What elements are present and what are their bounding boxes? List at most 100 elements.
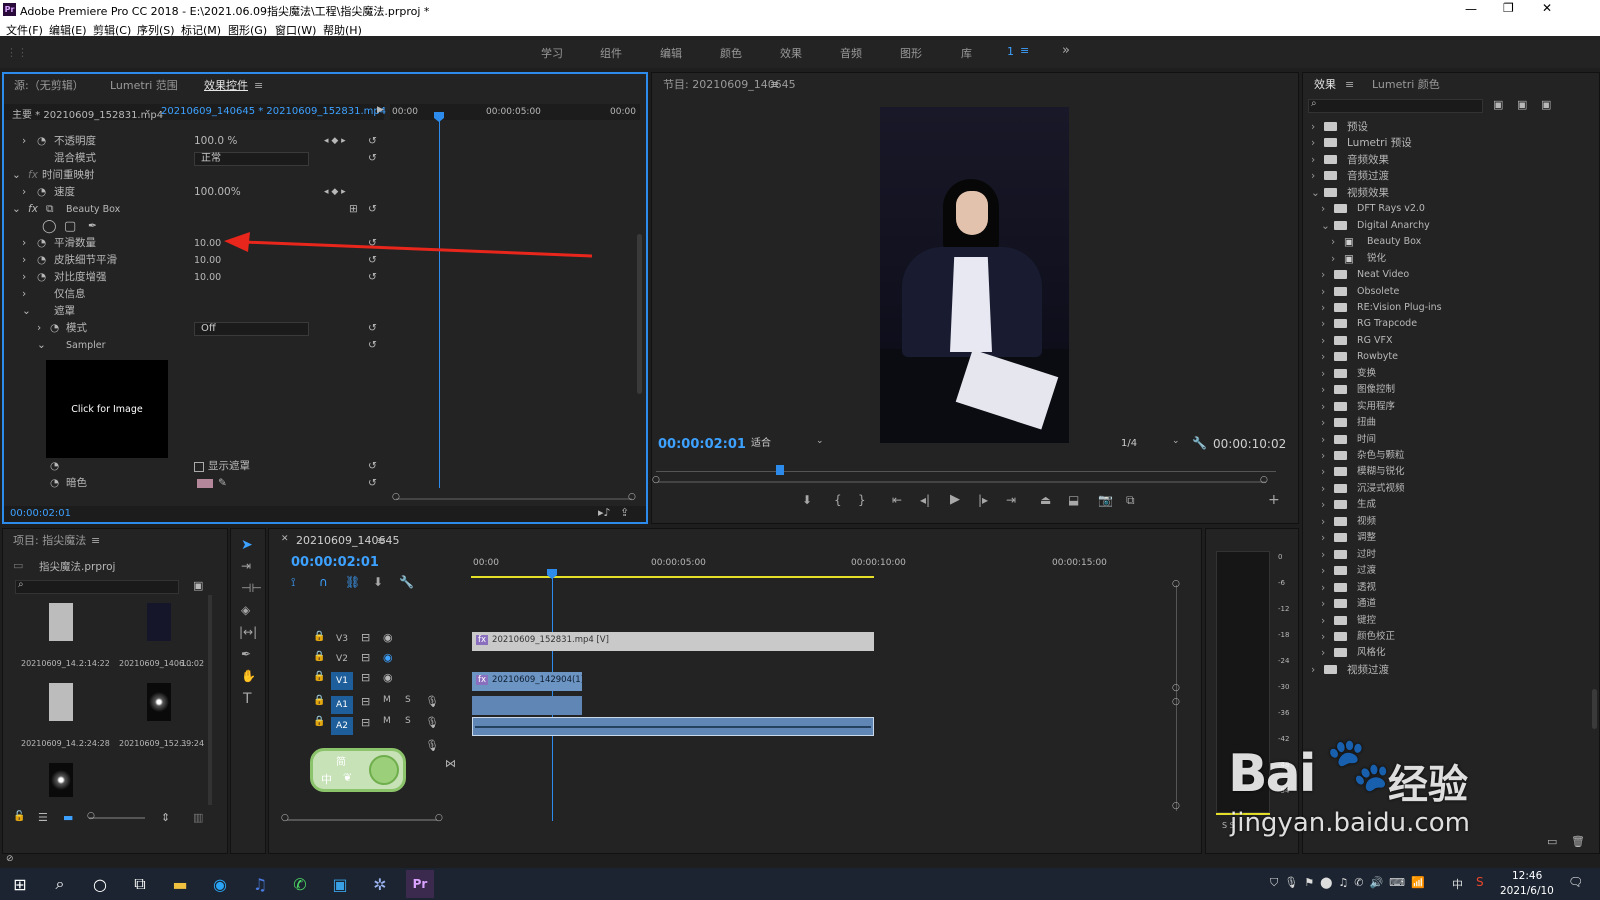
program-timecode[interactable]: 00:00:02:01	[658, 437, 746, 452]
expand-arrow-icon[interactable]: ›	[1321, 267, 1325, 284]
tab-source[interactable]: 源:（无剪辑）	[14, 74, 84, 98]
expand-arrow-icon[interactable]: ›	[37, 320, 41, 337]
ime-toolbar[interactable]: 简 中 ❦	[310, 748, 406, 792]
timeline-timecode[interactable]: 00:00:02:01	[291, 555, 379, 570]
expand-arrow-icon[interactable]: ›	[1321, 530, 1325, 547]
sogou-icon[interactable]: S	[1476, 875, 1484, 889]
workspace-libraries[interactable]: 库	[961, 45, 972, 61]
expand-arrow-icon[interactable]: ›	[1331, 234, 1335, 251]
ec-row-contrast[interactable]: › ◔ 对比度增强 10.00 ↺	[4, 269, 384, 286]
camera-icon[interactable]: 📷	[1098, 493, 1113, 507]
ime-mode-simplified[interactable]: 简	[336, 753, 346, 768]
workspace-graphics[interactable]: 图形	[900, 45, 922, 61]
new-bin-icon[interactable]: ▣	[193, 579, 203, 592]
expand-arrow-icon[interactable]: ›	[1321, 399, 1325, 416]
expand-arrow-icon[interactable]: ›	[1321, 563, 1325, 580]
reset-icon[interactable]: ↺	[368, 201, 377, 218]
workspace-learn[interactable]: 学习	[541, 45, 563, 61]
expand-arrow-icon[interactable]: ›	[1321, 432, 1325, 449]
workspace-assembly[interactable]: 组件	[600, 45, 622, 61]
workspace-overflow-button[interactable]: »	[1062, 43, 1070, 58]
ec-playhead-handle[interactable]	[434, 112, 444, 122]
mode-select[interactable]: Off	[194, 322, 309, 336]
wechat-icon[interactable]: ✆	[286, 870, 314, 898]
sync-lock-icon[interactable]: ⊟	[361, 631, 370, 644]
lift-icon[interactable]: ⏏	[1040, 493, 1051, 507]
accelerated-effects-icon[interactable]: ▣	[1517, 98, 1527, 111]
eyedropper-icon[interactable]: ✎	[218, 475, 227, 488]
effects-search-input[interactable]	[1308, 99, 1483, 113]
automate-icon[interactable]: ▥	[193, 811, 203, 824]
workspace-active[interactable]: 1	[1007, 45, 1014, 58]
keyframe-nav-icon[interactable]: ◂ ◆ ▸	[324, 184, 346, 201]
reset-icon[interactable]: ↺	[368, 269, 377, 286]
go-to-in-icon[interactable]: ⇤	[892, 493, 902, 507]
scroll-handle-icon[interactable]: ○	[1172, 697, 1180, 707]
ec-row-time-remap[interactable]: ⌄ fx 时间重映射	[4, 167, 384, 184]
project-search-input[interactable]	[15, 580, 179, 594]
game-app-icon[interactable]: ✲	[366, 870, 394, 898]
scroll-handle-icon[interactable]: ○	[1172, 683, 1180, 693]
pen-mask-icon[interactable]: ✒	[88, 218, 97, 235]
expand-arrow-icon[interactable]: ›	[1311, 135, 1315, 152]
project-item[interactable]	[17, 763, 107, 803]
new-custom-bin-icon[interactable]: ▣	[1493, 98, 1503, 111]
clip-a2[interactable]	[472, 717, 874, 736]
scroll-handle-icon[interactable]: ○	[1172, 801, 1180, 811]
clip-a1[interactable]	[472, 696, 582, 715]
project-item[interactable]: 20210609_14... 2:24:28	[17, 683, 110, 763]
linked-selection-icon[interactable]: ⛓	[345, 575, 360, 589]
clip-v1[interactable]: fx20210609_142904(1).mp4 [	[472, 672, 582, 691]
snap-icon[interactable]: ∩	[319, 575, 328, 589]
reset-icon[interactable]: ↺	[368, 337, 377, 354]
sync-lock-icon[interactable]: ⊟	[361, 671, 370, 684]
expand-arrow-icon[interactable]: ›	[1321, 596, 1325, 613]
play-audio-icon[interactable]: ▸♪	[598, 506, 611, 519]
task-view-icon[interactable]: ⧉	[126, 870, 154, 898]
sync-lock-icon[interactable]: ⊟	[361, 651, 370, 664]
workspace-menu-icon[interactable]: ≡	[1020, 44, 1029, 57]
hand-tool-icon[interactable]: ✋	[241, 669, 256, 683]
track-label-v3[interactable]: V3	[331, 634, 353, 644]
expand-arrow-icon[interactable]: ›	[1321, 514, 1325, 531]
expand-arrow-icon[interactable]: ›	[22, 235, 26, 252]
lock-icon[interactable]: 🔒	[313, 651, 325, 662]
collapse-arrow-icon[interactable]: ⌄	[12, 167, 21, 184]
zoom-handle-icon[interactable]: ○	[628, 492, 636, 502]
ec-row-info-only[interactable]: › 仅信息	[4, 286, 384, 303]
mark-in-icon[interactable]: {	[834, 493, 842, 507]
collapse-arrow-icon[interactable]: ⌄	[1321, 218, 1330, 235]
selection-tool-icon[interactable]: ➤	[241, 537, 253, 553]
close-button[interactable]: ✕	[1542, 1, 1552, 15]
scroll-handle-icon[interactable]: ○	[1172, 579, 1180, 589]
edge-browser-icon[interactable]: ◉	[206, 870, 234, 898]
contrast-value[interactable]: 10.00	[194, 269, 221, 286]
wrench-icon[interactable]: 🔧	[399, 575, 414, 589]
expand-arrow-icon[interactable]: ›	[22, 286, 26, 303]
microphone-icon[interactable]: 🎙	[425, 695, 439, 708]
project-title[interactable]: 项目: 指尖魔法	[13, 529, 86, 553]
stopwatch-icon[interactable]: ◔	[37, 133, 46, 150]
lock-icon[interactable]: 🔒	[313, 695, 325, 706]
tray-date[interactable]: 2021/6/10	[1500, 885, 1554, 897]
expand-arrow-icon[interactable]: ›	[1321, 613, 1325, 630]
stopwatch-icon[interactable]: ◔	[50, 475, 59, 488]
stopwatch-icon[interactable]: ◔	[50, 320, 59, 337]
program-scrub-bar[interactable]	[656, 471, 1276, 472]
project-item[interactable]: 20210609_152... 39:24	[115, 683, 205, 763]
workspace-color[interactable]: 颜色	[720, 45, 742, 61]
panel-menu-icon[interactable]: ≡	[770, 78, 779, 91]
ec-row-dark[interactable]: ◔ 暗色 ✎ ↺	[4, 475, 384, 488]
maximize-button[interactable]: ❐	[1503, 1, 1514, 15]
collapse-arrow-icon[interactable]: ⌄	[22, 303, 31, 320]
eye-icon[interactable]: ◉	[383, 671, 393, 684]
expand-arrow-icon[interactable]: ›	[1311, 152, 1315, 169]
speed-value[interactable]: 100.00%	[194, 184, 241, 201]
expand-arrow-icon[interactable]: ›	[1311, 119, 1315, 136]
expand-arrow-icon[interactable]: ›	[1321, 349, 1325, 366]
project-item[interactable]: 20210609_1406... 10:02	[115, 603, 205, 683]
ec-row-mask[interactable]: ⌄ 遮罩	[4, 303, 384, 320]
minimize-button[interactable]: —	[1465, 2, 1477, 16]
step-back-icon[interactable]: ◂|	[920, 493, 930, 507]
add-button-icon[interactable]: +	[1268, 492, 1280, 508]
